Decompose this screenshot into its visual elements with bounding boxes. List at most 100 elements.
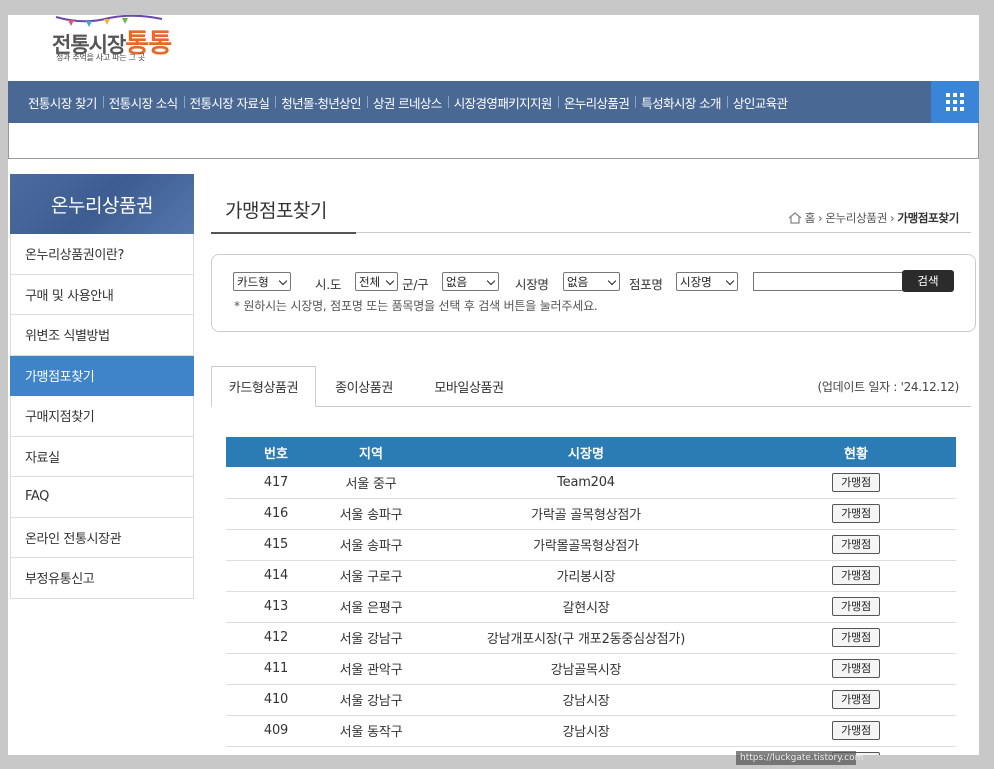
store-list-button[interactable]: 가맹점 [832,628,880,647]
market-select[interactable]: 없음 [563,272,620,291]
col-header-status: 현황 [756,437,956,467]
cell-no: 414 [226,560,326,592]
gnb-item[interactable]: 상권 르네상스 [366,93,448,112]
gungu-select[interactable]: 없음 [442,272,499,291]
voucher-tabs: 카드형상품권 종이상품권 모바일상품권 (업데이트 일자 : '24.12.12… [211,366,971,407]
market-label: 시장명 [515,277,549,292]
gnb-item[interactable]: 전통시장 자료실 [183,93,276,112]
gnb-item[interactable]: 온누리상품권 [557,93,635,112]
table-row: 416 서울 송파구 가락골 골목형상점가 가맹점 [226,498,956,530]
chevron-right-icon: › [818,211,823,225]
gnb-item[interactable]: 특성화시장 소개 [635,93,727,112]
cell-region: 서울 동작구 [326,715,416,747]
gnb-item[interactable]: 전통시장 소식 [102,93,184,112]
table-row: 410 서울 강남구 강남시장 가맹점 [226,684,956,716]
page: 전통시장통통 정과 추억을 사고 파는 그 곳 전통시장 찾기 전통시장 소식 전통… [8,15,979,755]
sidebar-item[interactable]: 구매지점찾기 [10,396,194,437]
cell-market: 가리봉시장 [416,560,756,592]
update-date: (업데이트 일자 : '24.12.12) [817,380,959,394]
cell-market: 강남개포시장(구 개포2동중심상점가) [416,622,756,654]
cell-market: 강남언주로상가 [416,746,756,755]
watermark: https://luckgate.tistory.com [736,751,863,765]
cell-no: 409 [226,715,326,747]
page-title: 가맹점포찾기 [211,196,356,234]
sidebar-item[interactable]: 자료실 [10,436,194,477]
cell-market: 강남시장 [416,715,756,747]
table-row: 412 서울 강남구 강남개포시장(구 개포2동중심상점가) 가맹점 [226,622,956,654]
cell-region: 서울 송파구 [326,529,416,561]
sidebar-item[interactable]: 온라인 전통시장관 [10,517,194,558]
sidebar-item[interactable]: 온누리상품권이란? [10,234,194,275]
cell-no: 411 [226,653,326,685]
cell-no: 410 [226,684,326,716]
sidebar-item[interactable]: 위변조 식별방법 [10,315,194,356]
table-row: 409 서울 동작구 강남시장 가맹점 [226,715,956,747]
sidebar-title: 온누리상품권 [10,174,194,234]
gnb-item[interactable]: 상인교육관 [726,93,794,112]
store-select[interactable]: 시장명 [676,272,738,291]
keyword-input[interactable] [753,272,905,291]
gnb-item[interactable]: 시장경영패키지지원 [447,93,558,112]
search-panel: 카드형 시.도 전체 군/구 없음 시장명 없음 점포명 시장명 검색 * 원하… [211,254,976,332]
cell-market: 강남시장 [416,684,756,716]
table-row: 417 서울 중구 Team204 가맹점 [226,467,956,499]
cell-no: 412 [226,622,326,654]
search-button[interactable]: 검색 [902,270,954,292]
store-table: 번호 지역 시장명 현황 417 서울 중구 Team204 가맹점 416 서울 송파구… [226,437,956,755]
gnb-item[interactable]: 전통시장 찾기 [22,93,103,112]
store-list-button[interactable]: 가맹점 [832,566,880,585]
gnb-item[interactable]: 청년몰·청년상인 [275,93,367,112]
cell-status: 가맹점 [756,653,956,685]
store-list-button[interactable]: 가맹점 [832,690,880,709]
table-header-row: 번호 지역 시장명 현황 [226,437,956,467]
tab-mobile[interactable]: 모바일상품권 [419,366,519,407]
tab-card[interactable]: 카드형상품권 [211,366,316,407]
cell-region: 서울 강남구 [326,622,416,654]
site-logo[interactable]: 전통시장통통 정과 추억을 사고 파는 그 곳 [52,15,182,77]
store-list-button[interactable]: 가맹점 [832,659,880,678]
cell-status: 가맹점 [756,684,956,716]
cell-no: 413 [226,591,326,623]
cell-region: 서울 송파구 [326,498,416,530]
table-row: 414 서울 구로구 가리봉시장 가맹점 [226,560,956,592]
type-select[interactable]: 카드형 [233,272,291,291]
cell-market: 가락몰골목형상점가 [416,529,756,561]
sido-select[interactable]: 전체 [355,272,398,291]
home-icon[interactable] [788,212,802,224]
cell-no: 408 [226,746,326,755]
store-list-button[interactable]: 가맹점 [832,472,880,492]
cell-status: 가맹점 [756,622,956,654]
store-list-button[interactable]: 가맹점 [832,535,880,554]
gungu-label: 군/구 [402,277,429,292]
store-list-button[interactable]: 가맹점 [832,504,880,523]
col-header-region: 지역 [326,437,416,467]
sido-label: 시.도 [315,277,342,292]
sidebar: 온누리상품권 온누리상품권이란? 구매 및 사용안내 위변조 식별방법 가맹점포찾기 구… [10,174,194,599]
cell-region: 서울 강남구 [326,746,416,755]
cell-market: 갈현시장 [416,591,756,623]
sidebar-item[interactable]: 구매 및 사용안내 [10,274,194,315]
chevron-right-icon: › [890,211,895,225]
col-header-market: 시장명 [416,437,756,467]
cell-region: 서울 중구 [326,467,416,499]
tab-paper[interactable]: 종이상품권 [324,366,404,407]
sidebar-item[interactable]: 가맹점포찾기 [10,355,194,396]
breadcrumb-parent[interactable]: 온누리상품권 [825,210,887,226]
search-hint: * 원하시는 시장명, 점포명 또는 품목명을 선택 후 검색 버튼을 눌러주세… [234,299,598,313]
global-nav: 전통시장 찾기 전통시장 소식 전통시장 자료실 청년몰·청년상인 상권 르네상스 시장경… [8,81,979,123]
all-menu-grid-icon[interactable] [931,81,979,123]
cell-region: 서울 구로구 [326,560,416,592]
sidebar-item[interactable]: 부정유통신고 [10,558,194,599]
store-list-button[interactable]: 가맹점 [832,597,880,616]
table-row: 411 서울 관악구 강남골목시장 가맹점 [226,653,956,685]
sidebar-item[interactable]: FAQ [10,477,194,518]
breadcrumb-current: 가맹점포찾기 [897,211,959,225]
cell-market: 가락골 골목형상점가 [416,498,756,530]
table-row: 415 서울 송파구 가락몰골목형상점가 가맹점 [226,529,956,561]
cell-region: 서울 강남구 [326,684,416,716]
cell-status: 가맹점 [756,560,956,592]
store-list-button[interactable]: 가맹점 [832,721,880,740]
breadcrumb-home[interactable]: 홈 [805,210,816,226]
cell-status: 가맹점 [756,529,956,561]
logo-tagline: 정과 추억을 사고 파는 그 곳 [56,53,145,62]
